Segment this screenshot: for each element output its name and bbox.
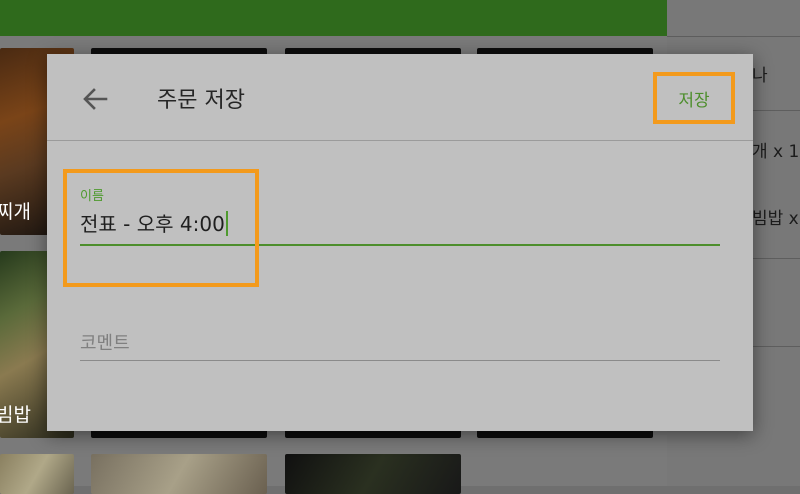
- menu-item-photo[interactable]: [0, 454, 74, 494]
- dialog-header: 주문 저장 저장: [47, 54, 753, 140]
- name-input[interactable]: 전표 - 오후 4:00: [80, 208, 228, 237]
- app-bar: [0, 0, 667, 36]
- menu-item-label: 찌개: [0, 201, 31, 223]
- name-input-value: 전표 - 오후 4:00: [80, 212, 225, 236]
- save-order-dialog: 주문 저장 저장 이름 전표 - 오후 4:00 코멘트: [47, 54, 753, 431]
- name-field[interactable]: 이름 전표 - 오후 4:00: [80, 182, 720, 248]
- dialog-title: 주문 저장: [157, 88, 245, 113]
- divider: [47, 140, 753, 141]
- comment-field-underline: [80, 360, 720, 361]
- save-button[interactable]: 저장: [653, 72, 735, 124]
- text-caret: [225, 211, 228, 236]
- menu-item-label: 빔밥: [0, 404, 31, 426]
- name-field-underline: [80, 244, 720, 246]
- order-line[interactable]: 빔밥 x: [752, 204, 799, 229]
- back-button[interactable]: [73, 77, 117, 121]
- name-field-label: 이름: [80, 189, 104, 204]
- order-line[interactable]: 개 x 1: [752, 137, 799, 162]
- side-panel-text: 나: [752, 66, 768, 86]
- comment-placeholder: 코멘트: [80, 333, 130, 354]
- arrow-left-icon: [83, 88, 108, 110]
- comment-field[interactable]: 코멘트: [80, 324, 720, 364]
- divider: [667, 36, 800, 37]
- menu-item-photo[interactable]: [91, 454, 267, 494]
- menu-item-photo[interactable]: [285, 454, 461, 494]
